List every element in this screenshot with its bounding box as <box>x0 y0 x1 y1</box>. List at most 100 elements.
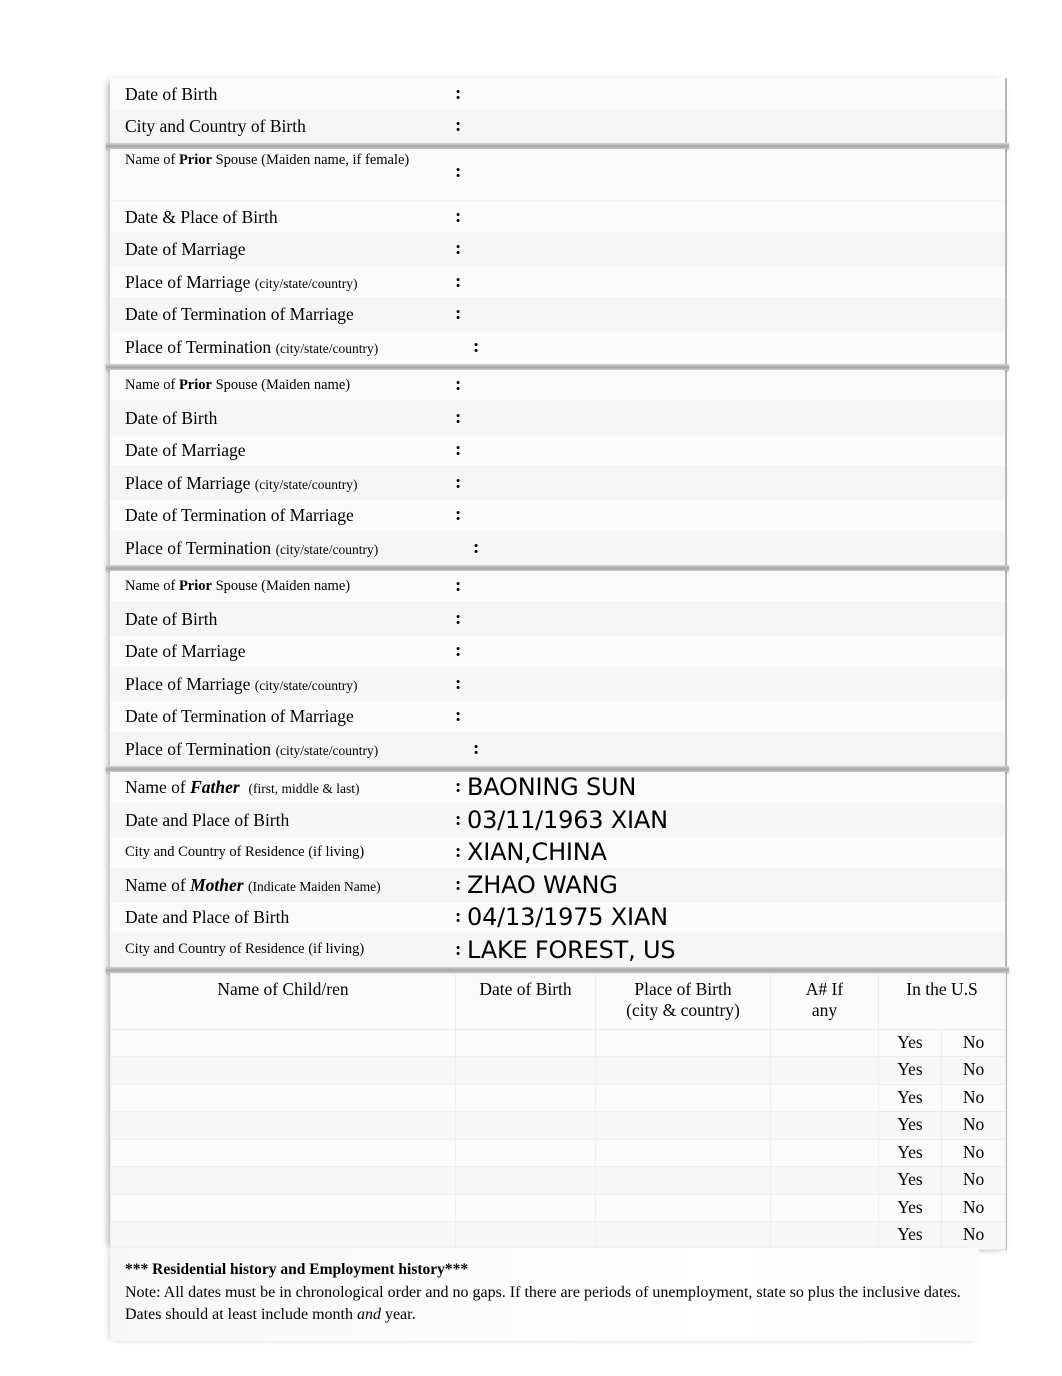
field-row-father-dob: Date and Place of Birth : 03/11/1963 XIA… <box>110 804 1005 837</box>
cell-child-name[interactable] <box>110 1138 456 1167</box>
column-header-a-number: A# If any <box>770 972 879 1030</box>
field-row-father-residence: City and Country of Residence (if living… <box>110 836 1005 869</box>
field-row-prior-spouse-2-place-of-termination: Place of Termination (city/state/country… <box>110 532 1005 565</box>
cell-in-us-yes[interactable]: Yes <box>878 1221 942 1250</box>
mother-name-value[interactable]: ZHAO WANG <box>467 871 1005 899</box>
cell-in-us-yes[interactable]: Yes <box>878 1083 942 1112</box>
column-header-place-of-birth: Place of Birth (city & country) <box>595 972 771 1030</box>
cell-in-us-yes[interactable]: Yes <box>878 1193 942 1222</box>
field-row-father-name: Name of Father (first, middle & last) : … <box>110 771 1005 804</box>
table-row: Yes No <box>110 1111 1007 1140</box>
cell-in-us-no[interactable]: No <box>940 1028 1007 1057</box>
field-colon: : <box>473 737 480 759</box>
field-label: Date of Birth <box>125 407 218 428</box>
field-label: Date and Place of Birth <box>125 809 290 830</box>
field-label: City and Country of Birth <box>125 116 306 137</box>
cell-in-us-yes[interactable]: Yes <box>878 1056 942 1085</box>
cell-child-name[interactable] <box>110 1083 456 1112</box>
column-header-a-number-line2: any <box>811 999 838 1020</box>
cell-child-pob[interactable] <box>595 1221 771 1250</box>
cell-child-dob[interactable] <box>455 1193 596 1222</box>
table-row: Yes No <box>110 1138 1007 1167</box>
field-colon: : <box>455 115 462 137</box>
cell-child-name[interactable] <box>110 1221 456 1250</box>
column-header-date-of-birth: Date of Birth <box>455 972 596 1030</box>
cell-in-us-yes[interactable]: Yes <box>878 1166 942 1195</box>
table-row: Yes No <box>110 1028 1007 1057</box>
cell-child-pob[interactable] <box>595 1083 771 1112</box>
cell-child-anum[interactable] <box>770 1111 879 1140</box>
footer-note-body: Note: All dates must be in chronological… <box>125 1282 965 1324</box>
field-row-prior-spouse-3-name: Name of Prior Spouse (Maiden name) : <box>110 570 1005 603</box>
field-label: Name of Mother (Indicate Maiden Name) <box>125 874 381 895</box>
cell-in-us-yes[interactable]: Yes <box>878 1138 942 1167</box>
cell-child-pob[interactable] <box>595 1056 771 1085</box>
cell-in-us-no[interactable]: No <box>940 1056 1007 1085</box>
cell-in-us-no[interactable]: No <box>940 1138 1007 1167</box>
field-colon: : <box>455 640 462 662</box>
cell-child-name[interactable] <box>110 1193 456 1222</box>
field-colon: : <box>455 504 462 526</box>
footer-note-body-italic: and <box>356 1305 381 1323</box>
cell-in-us-no[interactable]: No <box>940 1111 1007 1140</box>
cell-child-name[interactable] <box>110 1056 456 1085</box>
field-row-mother-name: Name of Mother (Indicate Maiden Name) : … <box>110 869 1005 902</box>
field-label: Name of Prior Spouse (Maiden name, if fe… <box>125 152 410 168</box>
cell-in-us-no[interactable]: No <box>940 1221 1007 1250</box>
field-label: City and Country of Residence (if living… <box>125 941 365 958</box>
cell-in-us-no[interactable]: No <box>940 1083 1007 1112</box>
field-row-prior-spouse-1-place-of-termination: Place of Termination (city/state/country… <box>110 331 1005 364</box>
cell-in-us-yes[interactable]: Yes <box>878 1028 942 1057</box>
table-row: Yes No <box>110 1166 1007 1195</box>
field-label: Date of Birth <box>125 83 218 104</box>
field-colon: : <box>455 303 462 325</box>
cell-child-name[interactable] <box>110 1111 456 1140</box>
cell-in-us-no[interactable]: No <box>940 1166 1007 1195</box>
field-row-prior-spouse-2-dob: Date of Birth : <box>110 402 1005 435</box>
cell-child-pob[interactable] <box>595 1111 771 1140</box>
cell-in-us-yes[interactable]: Yes <box>878 1111 942 1140</box>
mother-residence-value[interactable]: LAKE FOREST, US <box>467 936 1005 964</box>
cell-child-pob[interactable] <box>595 1028 771 1057</box>
cell-child-dob[interactable] <box>455 1221 596 1250</box>
cell-child-anum[interactable] <box>770 1138 879 1167</box>
field-row-mother-residence: City and Country of Residence (if living… <box>110 934 1005 967</box>
field-colon: : <box>455 471 462 493</box>
field-colon: : <box>455 439 462 461</box>
field-colon: : <box>473 536 480 558</box>
cell-child-pob[interactable] <box>595 1166 771 1195</box>
cell-child-anum[interactable] <box>770 1028 879 1057</box>
field-label: Place of Termination (city/state/country… <box>125 738 379 759</box>
father-residence-value[interactable]: XIAN,CHINA <box>467 838 1005 866</box>
column-header-in-the-us: In the U.S <box>877 972 1007 1030</box>
field-colon: : <box>473 335 480 357</box>
cell-child-dob[interactable] <box>455 1138 596 1167</box>
field-label: Date and Place of Birth <box>125 907 290 928</box>
cell-child-dob[interactable] <box>455 1083 596 1112</box>
cell-child-dob[interactable] <box>455 1028 596 1057</box>
field-row-prior-spouse-2-place-of-marriage: Place of Marriage (city/state/country) : <box>110 467 1005 500</box>
cell-child-dob[interactable] <box>455 1111 596 1140</box>
field-label: Place of Marriage (city/state/country) <box>125 472 358 493</box>
cell-child-name[interactable] <box>110 1028 456 1057</box>
field-row-prior-spouse-1-name: Name of Prior Spouse (Maiden name, if fe… <box>110 149 1005 201</box>
cell-child-pob[interactable] <box>595 1193 771 1222</box>
cell-child-anum[interactable] <box>770 1083 879 1112</box>
father-dob-value[interactable]: 03/11/1963 XIAN <box>467 806 1005 834</box>
cell-child-anum[interactable] <box>770 1056 879 1085</box>
footer-note-title: *** Residential history and Employment h… <box>125 1261 469 1278</box>
cell-child-anum[interactable] <box>770 1221 879 1250</box>
table-row: Yes No <box>110 1221 1007 1250</box>
cell-child-dob[interactable] <box>455 1166 596 1195</box>
cell-child-dob[interactable] <box>455 1056 596 1085</box>
father-name-value[interactable]: BAONING SUN <box>467 773 1005 801</box>
cell-child-anum[interactable] <box>770 1193 879 1222</box>
cell-child-anum[interactable] <box>770 1166 879 1195</box>
field-label: Date of Marriage <box>125 641 246 662</box>
cell-in-us-no[interactable]: No <box>940 1193 1007 1222</box>
cell-child-name[interactable] <box>110 1166 456 1195</box>
mother-dob-value[interactable]: 04/13/1975 XIAN <box>467 903 1005 931</box>
field-colon: : <box>455 607 462 629</box>
field-colon: : <box>455 705 462 727</box>
cell-child-pob[interactable] <box>595 1138 771 1167</box>
